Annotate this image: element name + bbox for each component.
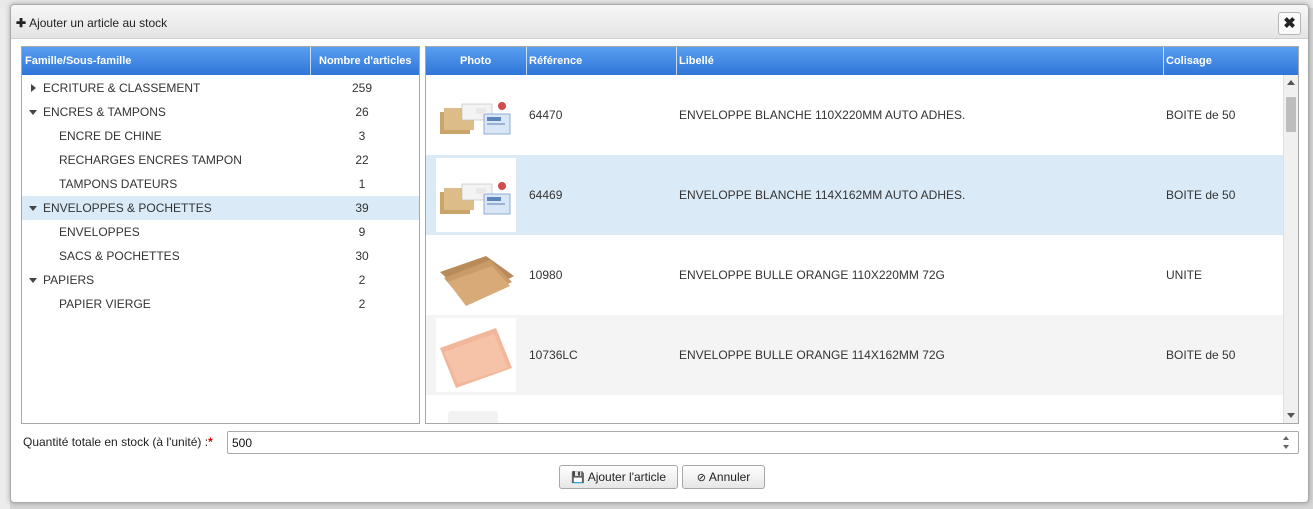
article-row[interactable]: 10736LC ENVELOPPE BULLE ORANGE 114X162MM …: [426, 315, 1284, 395]
orange-envelope-image: [436, 318, 516, 392]
tree-row[interactable]: ECRITURE & CLASSEMENT 259: [22, 76, 419, 100]
caret-down-icon[interactable]: [29, 278, 37, 283]
required-mark: *: [208, 435, 213, 449]
close-icon: ✖: [1283, 15, 1296, 32]
tree-row-label: RECHARGES ENCRES TAMPON: [59, 153, 242, 167]
tree-row-label: ENCRE DE CHINE: [59, 129, 162, 143]
tree-row-label: PAPIERS: [43, 273, 95, 287]
tree-row-count: 2: [358, 273, 366, 287]
article-packaging: BOITE de 50: [1166, 348, 1236, 362]
tree-row-count: 26: [355, 105, 369, 119]
caret-down-icon[interactable]: [29, 110, 37, 115]
reference-column-header[interactable]: Référence: [529, 55, 582, 67]
packaging-column-header[interactable]: Colisage: [1166, 55, 1212, 67]
tree-row[interactable]: RECHARGES ENCRES TAMPON 22: [22, 148, 419, 172]
tree-row-label: ECRITURE & CLASSEMENT: [43, 81, 201, 95]
product-image-partial: [448, 411, 498, 423]
tree-row-count: 22: [355, 153, 369, 167]
add-article-button[interactable]: 💾 Ajouter l'article: [559, 465, 678, 489]
kraft-envelope-image: [436, 238, 516, 312]
envelope-pack-image: [436, 78, 516, 152]
article-label: ENVELOPPE BLANCHE 114X162MM AUTO ADHES.: [679, 188, 966, 202]
tree-row-count: 39: [355, 201, 369, 215]
article-row-partial[interactable]: [426, 395, 1284, 423]
article-row[interactable]: 64469 ENVELOPPE BLANCHE 114X162MM AUTO AD…: [426, 155, 1284, 235]
dialog-title-text: Ajouter un article au stock: [29, 16, 168, 30]
article-reference: 10736LC: [529, 348, 578, 362]
quantity-label-text: Quantité totale en stock (à l'unité) :: [23, 435, 209, 449]
family-table-header: Famille/Sous-famille Nombre d'articles: [22, 47, 419, 75]
article-row[interactable]: 64470 ENVELOPPE BLANCHE 110X220MM AUTO AD…: [426, 75, 1284, 155]
background-page-edge: [0, 8, 10, 509]
tree-row-label: ENVELOPPES & POCHETTES: [43, 201, 212, 215]
tree-row[interactable]: ENVELOPPES 9: [22, 220, 419, 244]
scroll-down-icon[interactable]: [1287, 413, 1295, 418]
articles-scrollbar[interactable]: [1283, 75, 1298, 423]
article-packaging: BOITE de 50: [1166, 188, 1236, 202]
scroll-up-icon[interactable]: [1287, 80, 1295, 85]
spin-up-icon[interactable]: [1283, 436, 1289, 440]
scroll-thumb[interactable]: [1286, 97, 1296, 132]
article-label: ENVELOPPE BLANCHE 110X220MM AUTO ADHES.: [679, 108, 966, 122]
add-article-dialog: ✚ Ajouter un article au stock ✖ Famille/S…: [10, 4, 1309, 503]
envelope-pack-image: [436, 158, 516, 232]
add-article-label: Ajouter l'article: [587, 470, 667, 484]
article-reference: 64469: [529, 188, 563, 202]
tree-row-label: TAMPONS DATEURS: [59, 177, 178, 191]
tree-row[interactable]: ENCRE DE CHINE 3: [22, 124, 419, 148]
quantity-input[interactable]: [227, 431, 1299, 454]
tree-row-count: 9: [358, 225, 366, 239]
quantity-spinner[interactable]: [1277, 433, 1297, 452]
tree-row[interactable]: TAMPONS DATEURS 1: [22, 172, 419, 196]
tree-row-count: 3: [358, 129, 366, 143]
tree-row-label: ENVELOPPES: [59, 225, 140, 239]
article-label: ENVELOPPE BULLE ORANGE 110X220MM 72G: [679, 268, 945, 282]
articles-table-header: Photo Référence Libellé Colisage: [426, 47, 1298, 75]
cancel-label: Annuler: [708, 470, 751, 484]
spin-down-icon[interactable]: [1283, 445, 1289, 449]
tree-row[interactable]: SACS & POCHETTES 30: [22, 244, 419, 268]
caret-down-icon[interactable]: [29, 206, 37, 211]
tree-row-count: 30: [355, 249, 369, 263]
tree-row-count: 1: [358, 177, 366, 191]
dialog-title: ✚ Ajouter un article au stock: [16, 16, 167, 30]
article-label: ENVELOPPE BULLE ORANGE 114X162MM 72G: [679, 348, 945, 362]
tree-row[interactable]: PAPIERS 2: [22, 268, 419, 292]
photo-column-header[interactable]: Photo: [460, 55, 491, 67]
article-reference: 10980: [529, 268, 563, 282]
count-column-header[interactable]: Nombre d'articles: [319, 55, 411, 67]
family-tree-table: Famille/Sous-famille Nombre d'articles E…: [21, 46, 420, 424]
article-reference: 64470: [529, 108, 563, 122]
label-column-header[interactable]: Libellé: [679, 55, 714, 67]
cancel-button[interactable]: ⊘ Annuler: [682, 465, 765, 489]
ban-icon: ⊘: [696, 472, 706, 484]
tree-row-count: 2: [358, 297, 366, 311]
close-button[interactable]: ✖: [1278, 12, 1301, 35]
tree-row-label: ENCRES & TAMPONS: [43, 105, 166, 119]
article-packaging: UNITE: [1166, 268, 1202, 282]
articles-table: Photo Référence Libellé Colisage 64470 EN…: [425, 46, 1299, 424]
family-column-header[interactable]: Famille/Sous-famille: [25, 55, 131, 67]
save-icon: 💾: [570, 472, 585, 484]
tree-row[interactable]: ENVELOPPES & POCHETTES 39: [22, 196, 419, 220]
tree-row[interactable]: PAPIER VIERGE 2: [22, 292, 419, 316]
plus-icon: ✚: [16, 16, 27, 30]
tree-row-label: PAPIER VIERGE: [59, 297, 151, 311]
tree-row[interactable]: ENCRES & TAMPONS 26: [22, 100, 419, 124]
tree-row-label: SACS & POCHETTES: [59, 249, 180, 263]
article-row[interactable]: 10980 ENVELOPPE BULLE ORANGE 110X220MM 72…: [426, 235, 1284, 315]
quantity-label: Quantité totale en stock (à l'unité) :*: [23, 435, 213, 449]
article-packaging: BOITE de 50: [1166, 108, 1236, 122]
dialog-titlebar: ✚ Ajouter un article au stock ✖: [11, 5, 1308, 39]
caret-right-icon[interactable]: [31, 84, 36, 92]
tree-row-count: 259: [351, 81, 373, 95]
